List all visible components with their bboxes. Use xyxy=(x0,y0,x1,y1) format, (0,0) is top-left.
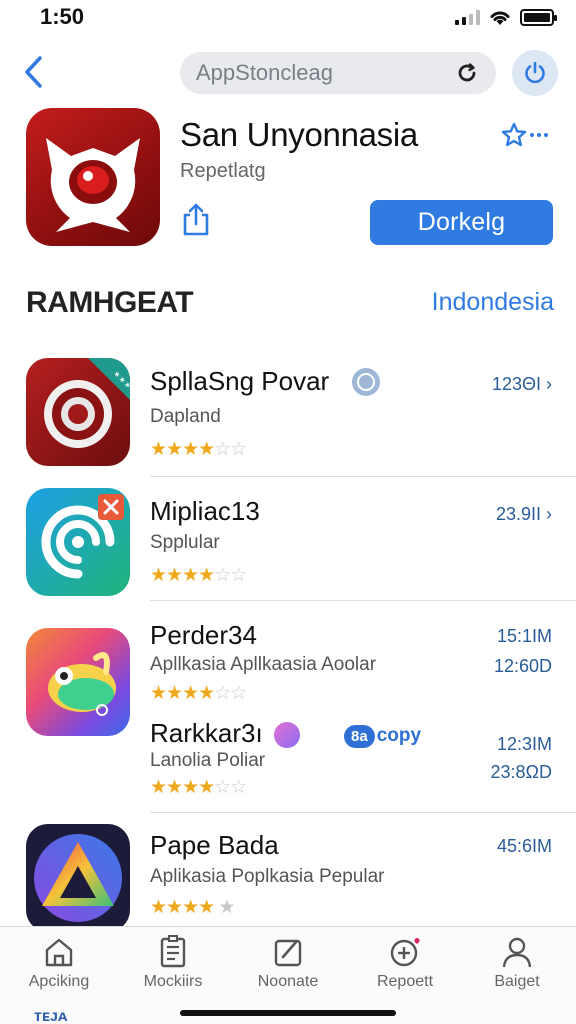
reload-icon[interactable] xyxy=(454,60,480,86)
home-icon xyxy=(45,938,73,967)
tab-label: Mockiirs xyxy=(143,973,203,990)
copy-badge-label: copy xyxy=(376,725,422,746)
favorite-button[interactable] xyxy=(500,120,556,150)
app-category: Spplular xyxy=(150,532,220,553)
tab-label: Baiget xyxy=(494,973,540,990)
app-name: Perder34 xyxy=(150,620,257,650)
app-name: Pape Bada xyxy=(150,830,279,860)
download-button[interactable]: Dorkelg xyxy=(370,200,553,245)
signal-icon xyxy=(455,9,480,25)
copy-badge-prefix: 8a xyxy=(344,724,375,748)
status-time: 1:50 xyxy=(40,4,85,29)
featured-app-icon[interactable] xyxy=(26,108,160,246)
divider xyxy=(150,812,576,813)
rating-stars: ★★★★☆☆ xyxy=(150,683,247,704)
app-color-dot xyxy=(274,722,300,748)
app-size: 12:3ΙΜ xyxy=(496,734,552,754)
app-size: 23.9ΙΙ › xyxy=(496,504,552,525)
nav-bar: AppStoncleag xyxy=(0,48,576,98)
app-category: Dapland xyxy=(150,406,221,427)
copy-badge[interactable]: 8a copy xyxy=(344,722,421,750)
app-icon[interactable]: ✶✶✶ xyxy=(26,358,130,466)
person-icon xyxy=(502,937,532,968)
document-icon xyxy=(160,935,186,968)
chevron-right-icon: › xyxy=(546,374,552,394)
share-icon xyxy=(183,203,209,236)
more-icon xyxy=(530,133,548,137)
status-bar: 1:50 xyxy=(0,0,576,40)
divider xyxy=(150,600,576,601)
search-text: AppStoncleag xyxy=(196,60,333,85)
battery-icon xyxy=(520,8,557,26)
app-name: Mipliac13 xyxy=(150,496,260,526)
app-name: Rarkkar3ı xyxy=(150,718,263,748)
chevron-right-icon: › xyxy=(546,504,552,524)
home-indicator xyxy=(180,1010,396,1016)
search-field[interactable]: AppStoncleag xyxy=(180,52,496,94)
app-size-value: 23.9ΙΙ xyxy=(495,504,541,524)
app-category: Apllkasia Apllkaasia Aoolar xyxy=(150,654,377,675)
divider xyxy=(150,476,576,477)
app-size: 123ΘΙ › xyxy=(492,374,552,395)
tab-label: Noonate xyxy=(257,973,319,990)
wifi-icon xyxy=(490,11,510,25)
status-icons xyxy=(455,8,557,26)
back-button[interactable] xyxy=(18,52,48,92)
app-category: Aplikasia Poplkasia Pepular xyxy=(150,866,385,887)
chevron-left-icon xyxy=(25,56,42,88)
tab-baiget[interactable]: Baiget xyxy=(462,935,572,995)
rating-stars: ★★★★ ★ xyxy=(150,897,235,918)
app-icon[interactable] xyxy=(26,824,130,932)
app-icon[interactable] xyxy=(26,488,130,596)
app-category: Lanolia Poliar xyxy=(150,750,266,771)
tab-label: Apciking xyxy=(28,973,90,990)
tab-label: Repoett xyxy=(376,973,434,990)
featured-app-subtitle: Repetlatg xyxy=(180,160,266,182)
power-icon xyxy=(525,61,545,84)
list-item[interactable]: Mipliac13 Spplular ★★★★☆☆ 23.9ΙΙ › xyxy=(0,486,576,604)
edit-icon xyxy=(274,939,302,967)
plus-circle-icon xyxy=(390,938,420,967)
app-size: 15:1ΙΜ xyxy=(496,626,552,646)
list-item[interactable]: Pape Bada Aplikasia Poplkasia Pepular ★★… xyxy=(0,820,576,932)
list-item[interactable]: Perder34 Apllkasia Apllkaasia Aoolar ★★★… xyxy=(0,616,576,736)
tab-repoett[interactable]: Repoett xyxy=(350,935,460,995)
featured-app: San Unyonnasia Repetlatg Dorkelg xyxy=(0,106,576,256)
list-item[interactable]: ✶✶✶ SpllaSng Povar Dapland ★★★★☆☆ 123ΘΙ … xyxy=(0,354,576,477)
section-link[interactable]: Indondesia xyxy=(432,288,554,317)
tab-apps[interactable]: Apciking xyxy=(4,935,114,995)
app-size-secondary: 12:60D xyxy=(493,656,552,676)
verified-badge-icon xyxy=(352,368,380,396)
app-size-secondary: 23:8ΩD xyxy=(490,762,553,782)
section-title: RAMHGEAT xyxy=(26,286,194,319)
app-size: 45:6ΙΜ xyxy=(496,836,552,856)
tab-noonate[interactable]: Noonate xyxy=(233,935,343,995)
section-header: RAMHGEAT Indondesia xyxy=(0,282,576,326)
bottom-text-fragment: ᴛᴇᴊᴀ xyxy=(34,1008,68,1024)
share-button[interactable] xyxy=(180,202,212,238)
rating-stars: ★★★★☆☆ xyxy=(150,439,247,460)
tab-mockiirs[interactable]: Mockiirs xyxy=(118,935,228,995)
rating-stars: ★★★★☆☆ xyxy=(150,565,247,586)
list-item[interactable]: Rarkkar3ı 8a copy Lanolia Poliar ★★★★☆☆ … xyxy=(0,714,576,814)
featured-app-title: San Unyonnasia xyxy=(180,116,418,153)
power-button[interactable] xyxy=(512,50,558,96)
rating-stars: ★★★★☆☆ xyxy=(150,777,247,798)
star-outline-icon xyxy=(501,122,527,147)
app-size-value: 123ΘΙ xyxy=(491,374,541,394)
app-name: SpllaSng Povar xyxy=(150,366,330,396)
